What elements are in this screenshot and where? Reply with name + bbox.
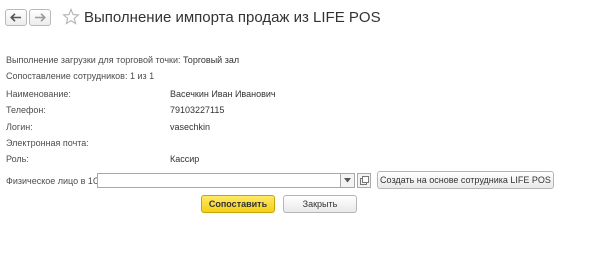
person-field-input[interactable] <box>97 173 355 188</box>
back-button[interactable] <box>5 9 27 26</box>
open-button[interactable] <box>357 173 371 188</box>
person-field-label: Физическое лицо в 1С: <box>6 176 102 186</box>
create-from-employee-button[interactable]: Создать на основе сотрудника LIFE POS <box>377 171 554 189</box>
page-title: Выполнение импорта продаж из LIFE POS <box>84 9 381 26</box>
email-label: Электронная почта: <box>6 138 89 148</box>
matching-value: 1 из 1 <box>129 71 155 81</box>
phone-value: 79103227115 <box>170 105 225 115</box>
login-value: vasechkin <box>170 122 211 132</box>
role-value: Кассир <box>170 154 200 164</box>
name-value: Васечкин Иван Иванович <box>170 89 276 99</box>
navigation-buttons <box>5 9 51 26</box>
match-button[interactable]: Сопоставить <box>201 195 275 213</box>
role-label: Роль: <box>6 154 29 164</box>
close-button[interactable]: Закрыть <box>283 195 357 213</box>
store-row: Выполнение загрузки для торговой точки: … <box>6 55 239 65</box>
open-icon <box>359 176 369 185</box>
login-label: Логин: <box>6 122 33 132</box>
chevron-down-icon <box>344 178 351 183</box>
store-label: Выполнение загрузки для торговой точки: <box>6 55 181 65</box>
matching-label: Сопоставление сотрудников: <box>6 71 128 81</box>
star-icon[interactable] <box>62 8 80 26</box>
phone-label: Телефон: <box>6 105 46 115</box>
arrow-right-icon <box>35 13 46 22</box>
matching-row: Сопоставление сотрудников: 1 из 1 <box>6 71 154 81</box>
arrow-left-icon <box>10 13 21 22</box>
forward-button[interactable] <box>29 9 51 26</box>
store-value: Торговый зал <box>183 55 240 65</box>
dropdown-button[interactable] <box>340 173 355 188</box>
name-label: Наименование: <box>6 89 71 99</box>
